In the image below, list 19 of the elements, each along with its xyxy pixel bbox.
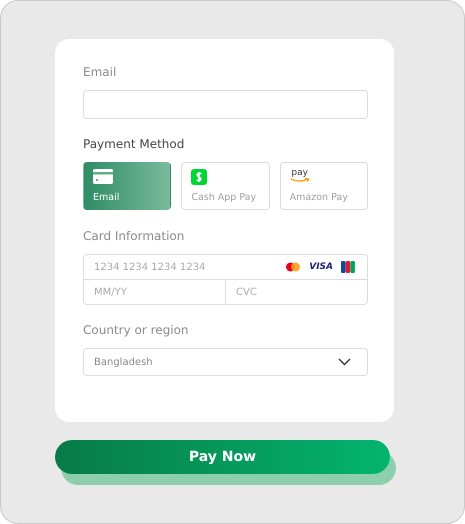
card-icon [93, 169, 113, 184]
field-label: Country or region [83, 323, 190, 337]
payment-option[interactable]: Email [83, 162, 172, 210]
chevron-down-icon [338, 358, 351, 366]
pay-now-button[interactable]: Pay Now [55, 440, 390, 474]
country-select[interactable]: Bangladesh [83, 348, 368, 376]
cvc-input[interactable]: CVC [226, 286, 257, 298]
card-number-input[interactable]: 1234 1234 1234 1234 [84, 262, 286, 272]
section-label: Payment Method [83, 137, 186, 151]
expiry-input[interactable]: MM/YY [84, 286, 127, 298]
field-label: Card Information [83, 229, 186, 243]
dollar-icon [191, 169, 208, 185]
mastercard-icon [285, 262, 302, 272]
visa-logo: VISA [309, 262, 333, 272]
email-field[interactable] [83, 90, 368, 119]
field-label: Email [83, 65, 118, 79]
amazon-pay-logo: pay [290, 169, 310, 183]
payment-option[interactable]: pay Amazon Pay [280, 162, 368, 210]
payment-option[interactable]: Cash App Pay [181, 162, 270, 210]
